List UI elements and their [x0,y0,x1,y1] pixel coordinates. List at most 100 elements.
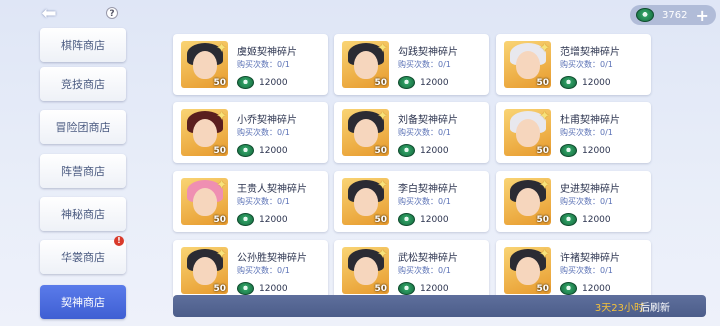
hero-face [193,51,217,79]
jade-icon [237,213,254,226]
item-name: 范增契神碎片 [560,47,620,58]
item-quantity: 50 [536,146,549,156]
item-price: 12000 [560,76,611,89]
item-quantity: 50 [213,146,226,156]
shop-item-card[interactable]: ✦ 50 王贵人契神碎片 购买次数：0/1 12000 [173,171,328,232]
hero-face [516,188,540,216]
star-icon: ✦ [216,247,227,262]
sidebar-item-shop-0[interactable]: 棋阵商店 [40,28,126,62]
item-price: 12000 [237,144,288,157]
item-quantity: 50 [536,284,549,294]
shop-item-card[interactable]: ✦ 50 武松契神碎片 购买次数：0/1 12000 [334,240,489,297]
item-price: 12000 [560,213,611,226]
hero-portrait: ✦ 50 [504,41,551,88]
purchase-count: 购买次数：0/1 [560,60,613,69]
refresh-label: 后刷新 [640,303,670,314]
price-value: 12000 [582,145,611,156]
sidebar-item-label: 神秘商店 [61,208,105,221]
price-value: 12000 [420,145,449,156]
item-price: 12000 [398,76,449,89]
notification-badge: ! [114,236,124,246]
star-icon: ✦ [216,178,227,193]
item-name: 公孙胜契神碎片 [237,253,307,264]
sidebar-item-shop-6[interactable]: 契神商店 [40,285,126,319]
currency-amount: 3762 [662,9,688,21]
item-quantity: 50 [213,215,226,225]
item-price: 12000 [398,282,449,295]
hero-face [354,119,378,147]
item-price: 12000 [398,213,449,226]
refresh-timer: 3天23小时 [594,303,644,314]
star-icon: ✦ [539,178,550,193]
hero-face [354,51,378,79]
price-value: 12000 [259,77,288,88]
hero-portrait: ✦ 50 [504,109,551,156]
hero-face [193,188,217,216]
item-quantity: 50 [536,215,549,225]
purchase-count: 购买次数：0/1 [398,60,451,69]
price-value: 12000 [582,77,611,88]
shop-item-card[interactable]: ✦ 50 虞姬契神碎片 购买次数：0/1 12000 [173,34,328,95]
item-quantity: 50 [213,78,226,88]
shop-item-card[interactable]: ✦ 50 勾践契神碎片 购买次数：0/1 12000 [334,34,489,95]
hero-portrait: ✦ 50 [181,247,228,294]
hero-portrait: ✦ 50 [342,109,389,156]
hero-portrait: ✦ 50 [342,178,389,225]
shop-item-card[interactable]: ✦ 50 许褚契神碎片 购买次数：0/1 12000 [496,240,651,297]
item-name: 许褚契神碎片 [560,253,620,264]
item-name: 虞姬契神碎片 [237,47,297,58]
item-quantity: 50 [374,215,387,225]
shop-item-card[interactable]: ✦ 50 李白契神碎片 购买次数：0/1 12000 [334,171,489,232]
hero-face [354,257,378,285]
hero-portrait: ✦ 50 [342,247,389,294]
jade-icon [237,282,254,295]
item-price: 12000 [560,144,611,157]
refresh-bar: 3天23小时 后刷新 [173,295,706,317]
hero-face [516,51,540,79]
sidebar-item-label: 竞技商店 [61,78,105,91]
sidebar-item-shop-4[interactable]: 神秘商店 [40,197,126,231]
purchase-count: 购买次数：0/1 [398,128,451,137]
shop-item-grid: ✦ 50 虞姬契神碎片 购买次数：0/1 12000 ✦ 50 勾践契神碎片 购买次数：0/1 1… [170,33,660,297]
hero-face [516,119,540,147]
purchase-count: 购买次数：0/1 [560,197,613,206]
shop-item-card[interactable]: ✦ 50 杜甫契神碎片 购买次数：0/1 12000 [496,102,651,163]
item-name: 李白契神碎片 [398,184,458,195]
sidebar-item-shop-5[interactable]: 华裳商店! [40,236,126,274]
back-button[interactable]: ⬅ [36,4,62,24]
item-name: 史进契神碎片 [560,184,620,195]
item-name: 王贵人契神碎片 [237,184,307,195]
sidebar-item-shop-2[interactable]: 冒险团商店 [40,110,126,144]
shop-item-card[interactable]: ✦ 50 刘备契神碎片 购买次数：0/1 12000 [334,102,489,163]
hero-face [354,188,378,216]
hero-portrait: ✦ 50 [181,109,228,156]
item-quantity: 50 [213,284,226,294]
hero-face [516,257,540,285]
item-price: 12000 [398,144,449,157]
item-quantity: 50 [374,78,387,88]
star-icon: ✦ [377,41,388,56]
price-value: 12000 [420,214,449,225]
shop-item-card[interactable]: ✦ 50 小乔契神碎片 购买次数：0/1 12000 [173,102,328,163]
item-quantity: 50 [536,78,549,88]
hero-portrait: ✦ 50 [504,247,551,294]
price-value: 12000 [259,283,288,294]
jade-icon [560,144,577,157]
add-currency-button[interactable]: + [695,6,708,25]
shop-item-card[interactable]: ✦ 50 史进契神碎片 购买次数：0/1 12000 [496,171,651,232]
help-icon[interactable]: ? [106,7,118,19]
shop-item-card[interactable]: ✦ 50 公孙胜契神碎片 购买次数：0/1 12000 [173,240,328,297]
price-value: 12000 [259,214,288,225]
purchase-count: 购买次数：0/1 [237,128,290,137]
item-name: 武松契神碎片 [398,253,458,264]
jade-icon [398,76,415,89]
shop-item-card[interactable]: ✦ 50 范增契神碎片 购买次数：0/1 12000 [496,34,651,95]
hero-face [193,119,217,147]
hero-portrait: ✦ 50 [181,41,228,88]
sidebar-item-shop-1[interactable]: 竞技商店 [40,67,126,101]
item-quantity: 50 [374,146,387,156]
purchase-count: 购买次数：0/1 [237,266,290,275]
sidebar-item-shop-3[interactable]: 阵营商店 [40,154,126,188]
purchase-count: 购买次数：0/1 [398,197,451,206]
currency-display: 3762 + [630,5,716,25]
